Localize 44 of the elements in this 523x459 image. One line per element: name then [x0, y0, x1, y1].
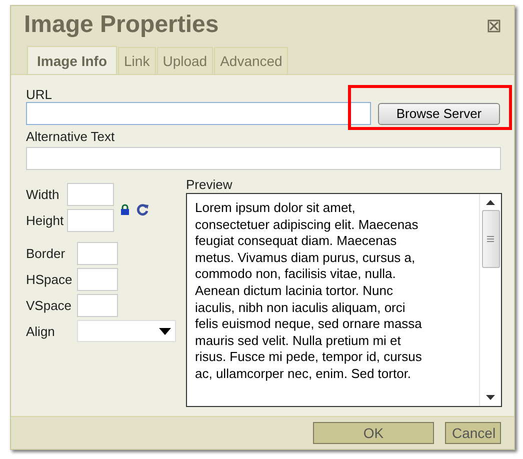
tab[interactable]: Image Info: [27, 46, 118, 74]
preview-text-line: mauris sed velit. Nulla pretium mi et: [195, 332, 402, 350]
spacing-field[interactable]: [77, 242, 118, 265]
preview-text-line: Aenean dictum lacinia tortor. Nunc: [195, 282, 394, 300]
alt-text-field[interactable]: [26, 147, 501, 170]
field-label: HSpace: [26, 272, 74, 287]
url-field[interactable]: [26, 102, 371, 125]
dialog-button[interactable]: Cancel: [445, 422, 501, 444]
window-title: Image Properties: [24, 11, 219, 39]
preview-text-line: feugiat consequat diam. Maecenas: [195, 233, 398, 250]
tab[interactable]: Advanced: [214, 47, 288, 74]
spacing-field[interactable]: [77, 294, 118, 317]
browse-server-button[interactable]: Browse Server: [378, 102, 500, 124]
preview-label: Preview: [186, 177, 234, 192]
align-label: Align: [26, 324, 56, 338]
field-label: Width: [26, 187, 60, 202]
tab[interactable]: Link: [118, 47, 156, 74]
lock-icon[interactable]: [120, 204, 130, 214]
field-label: Border: [26, 246, 66, 261]
scrollbar[interactable]: [479, 194, 501, 406]
reset-icon[interactable]: [136, 202, 149, 216]
preview-text-line: Lorem ipsum dolor sit amet,: [195, 200, 356, 217]
preview-text-line: metus. Vivamus diam purus, cursus a,: [195, 250, 416, 266]
preview-text-line: felis euismod neque, sed ornare massa: [195, 316, 423, 333]
align-dropdown[interactable]: [76, 320, 176, 342]
tab[interactable]: Upload: [156, 47, 214, 74]
scroll-down-icon[interactable]: [486, 395, 495, 400]
field-label: Height: [26, 213, 65, 228]
preview-text-line: iaculis, nibh non iaculis aliquam, orci: [195, 300, 406, 316]
size-field[interactable]: [67, 209, 114, 232]
preview-text-line: ac, ullamcorper nec, enim. Sed tortor.: [195, 366, 412, 383]
scroll-up-icon[interactable]: [486, 200, 495, 205]
dialog-button[interactable]: OK: [313, 422, 434, 444]
field-label: VSpace: [26, 298, 73, 313]
preview-text-line: consectetuer adipiscing elit. Maecenas: [195, 216, 420, 234]
preview-text-line: risus. Fusce mi pede, tempor id, cursus: [195, 349, 423, 366]
grip-icon: [487, 236, 494, 242]
size-field[interactable]: [67, 183, 114, 206]
url-label: URL: [26, 87, 54, 102]
alt-text-label: Alternative Text: [26, 129, 116, 144]
spacing-field[interactable]: [77, 268, 118, 291]
close-icon[interactable]: ⊠: [486, 17, 502, 37]
preview-text-line: commodo non, facilisis vitae, nulla.: [195, 266, 397, 283]
dropdown-arrow-icon: [159, 328, 171, 334]
